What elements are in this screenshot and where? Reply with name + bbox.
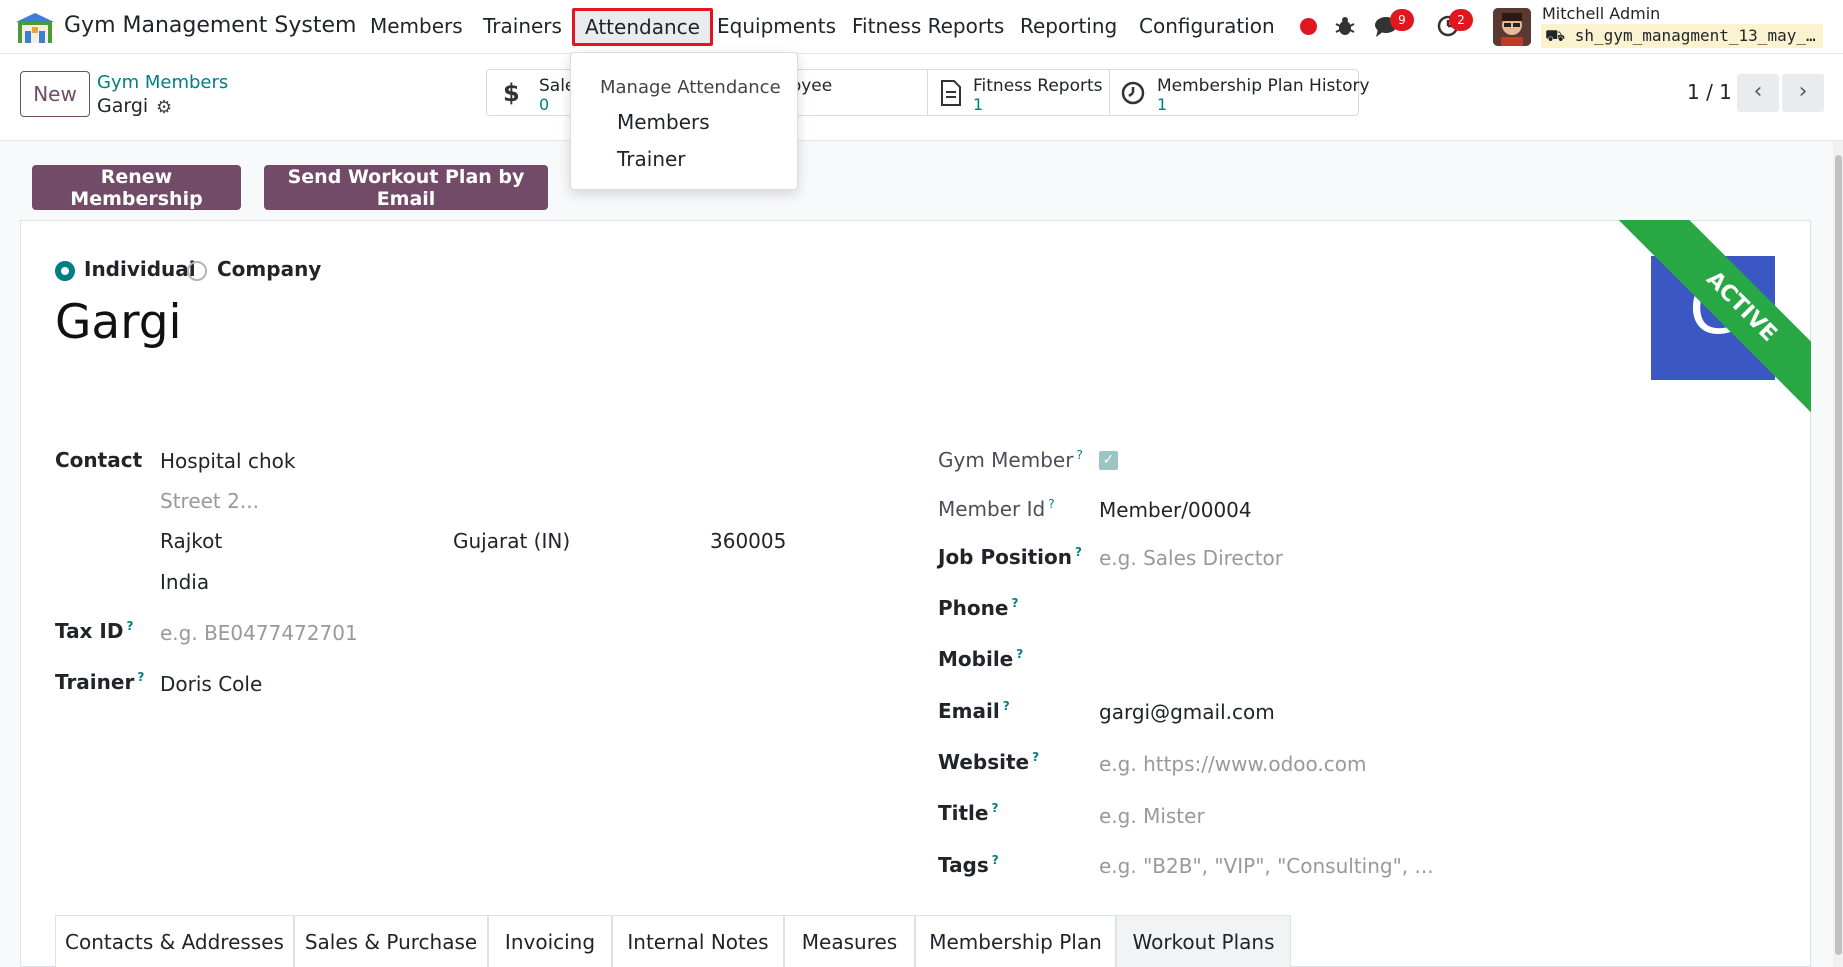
- database-name: ⛟ sh_gym_managment_13_may_…: [1541, 24, 1823, 48]
- tags-field[interactable]: e.g. "B2B", "VIP", "Consulting", ...: [1099, 854, 1434, 878]
- street-field[interactable]: Hospital chok: [160, 449, 295, 473]
- contact-label: Contact: [55, 448, 143, 472]
- tax-id-label: Tax ID?: [55, 619, 134, 643]
- app-name[interactable]: Gym Management System: [64, 13, 356, 38]
- partner-name[interactable]: Gargi: [55, 295, 182, 350]
- job-position-label: Job Position?: [938, 545, 1082, 569]
- clock-icon: [1121, 81, 1145, 105]
- tab-membership-plan[interactable]: Membership Plan: [915, 915, 1116, 967]
- tab-invoicing[interactable]: Invoicing: [488, 915, 612, 967]
- tags-label: Tags?: [938, 853, 999, 877]
- dropdown-item-trainer[interactable]: Trainer: [617, 147, 686, 171]
- top-navbar: Gym Management System Members Trainers A…: [0, 0, 1843, 54]
- gym-logo-icon[interactable]: [16, 11, 54, 45]
- database-icon: ⛟: [1545, 26, 1566, 45]
- smart-button-membership-plan-history[interactable]: Membership Plan History 1: [1109, 70, 1370, 115]
- radio-individual[interactable]: [55, 261, 75, 281]
- pager-next-icon[interactable]: ›: [1782, 74, 1824, 112]
- menu-reporting[interactable]: Reporting: [1020, 14, 1117, 38]
- pager-value[interactable]: 1 / 1: [1687, 80, 1732, 104]
- breadcrumb-current: Gargi: [97, 95, 149, 117]
- control-panel: New Gym Members Gargi ⚙ $ Sale 0 Employe…: [0, 54, 1843, 141]
- phone-label: Phone?: [938, 596, 1019, 620]
- email-label: Email?: [938, 699, 1010, 723]
- menu-equipments[interactable]: Equipments: [717, 14, 836, 38]
- tab-contacts-addresses[interactable]: Contacts & Addresses: [55, 915, 294, 967]
- email-field[interactable]: gargi@gmail.com: [1099, 700, 1275, 724]
- title-label: Title?: [938, 801, 999, 825]
- radio-company[interactable]: [187, 261, 207, 281]
- dollar-icon: $: [503, 79, 520, 107]
- mobile-label: Mobile?: [938, 647, 1024, 671]
- document-icon: [941, 80, 961, 106]
- messages-badge: 9: [1390, 9, 1414, 31]
- website-field[interactable]: e.g. https://www.odoo.com: [1099, 752, 1366, 776]
- title-field[interactable]: e.g. Mister: [1099, 804, 1205, 828]
- gear-icon[interactable]: ⚙: [156, 97, 172, 118]
- job-position-field[interactable]: e.g. Sales Director: [1099, 546, 1283, 570]
- member-id-field[interactable]: Member/00004: [1099, 498, 1252, 522]
- menu-attendance[interactable]: Attendance: [572, 8, 713, 46]
- user-avatar[interactable]: [1493, 8, 1531, 46]
- zip-field[interactable]: 360005: [710, 529, 786, 553]
- smart-button-sale[interactable]: $ Sale 0: [487, 70, 577, 115]
- tax-id-field[interactable]: e.g. BE0477472701: [160, 621, 358, 645]
- dropdown-item-members[interactable]: Members: [617, 110, 710, 134]
- renew-membership-button[interactable]: Renew Membership: [32, 165, 241, 210]
- dropdown-section-header: Manage Attendance: [600, 77, 781, 98]
- state-field[interactable]: Gujarat (IN): [453, 529, 570, 553]
- pager-previous-icon[interactable]: ‹: [1737, 74, 1779, 112]
- smart-button-fitness-reports[interactable]: Fitness Reports 1: [927, 70, 1109, 115]
- tab-sales-purchase[interactable]: Sales & Purchase: [294, 915, 488, 967]
- debug-bug-icon[interactable]: [1334, 15, 1356, 37]
- active-ribbon: ACTIVE: [1606, 220, 1811, 442]
- attendance-dropdown: Manage Attendance Members Trainer: [570, 52, 798, 190]
- user-name[interactable]: Mitchell Admin: [1542, 4, 1660, 23]
- tab-workout-plans[interactable]: Workout Plans: [1116, 915, 1291, 967]
- ribbon-clip: ACTIVE: [1400, 220, 1811, 620]
- radio-individual-label[interactable]: Individual: [84, 257, 196, 281]
- website-label: Website?: [938, 750, 1040, 774]
- new-button[interactable]: New: [20, 71, 90, 117]
- record-indicator-icon[interactable]: [1300, 18, 1317, 35]
- gym-member-label: Gym Member?: [938, 448, 1083, 472]
- scrollbar-thumb[interactable]: [1835, 155, 1842, 955]
- country-field[interactable]: India: [160, 570, 209, 594]
- trainer-label: Trainer?: [55, 670, 145, 694]
- menu-fitness-reports[interactable]: Fitness Reports: [852, 14, 1004, 38]
- menu-members[interactable]: Members: [370, 14, 463, 38]
- activities-badge: 2: [1449, 9, 1473, 31]
- radio-company-label[interactable]: Company: [217, 257, 321, 281]
- tab-measures[interactable]: Measures: [784, 915, 915, 967]
- tab-internal-notes[interactable]: Internal Notes: [612, 915, 784, 967]
- breadcrumb-parent[interactable]: Gym Members: [97, 72, 228, 93]
- gym-member-checkbox[interactable]: ✓: [1099, 451, 1118, 470]
- city-field[interactable]: Rajkot: [160, 529, 222, 553]
- menu-configuration[interactable]: Configuration: [1139, 14, 1275, 38]
- member-id-label: Member Id?: [938, 497, 1055, 521]
- menu-trainers[interactable]: Trainers: [483, 14, 562, 38]
- send-workout-plan-button[interactable]: Send Workout Plan by Email: [264, 165, 548, 210]
- trainer-field[interactable]: Doris Cole: [160, 672, 262, 696]
- street2-field[interactable]: Street 2...: [160, 489, 259, 513]
